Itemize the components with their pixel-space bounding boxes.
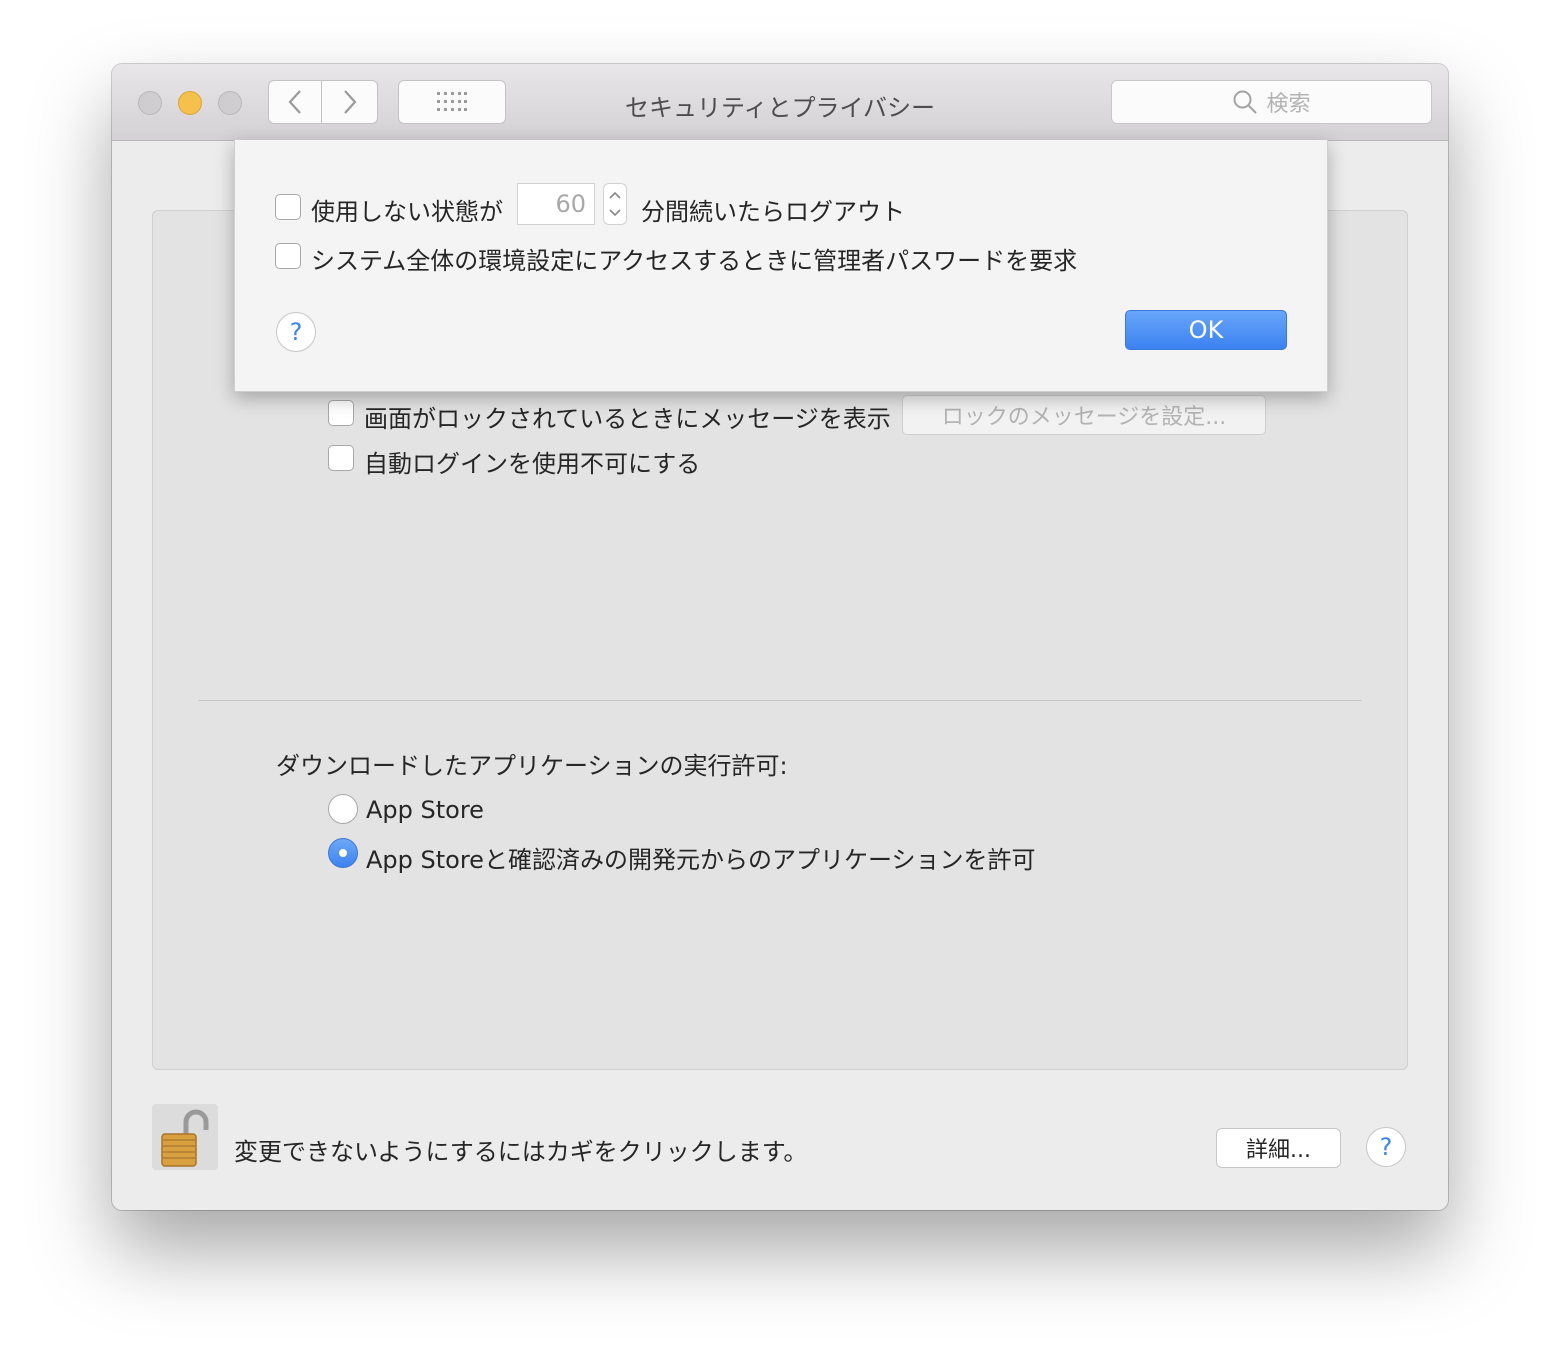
radio-app-store-identified-label: App Storeと確認済みの開発元からのアプリケーションを許可 [366,846,1036,874]
help-button[interactable]: ? [1366,1127,1406,1167]
radio-app-store-identified[interactable] [328,838,358,868]
auto-logout-label-prefix: 使用しない状態が [311,198,503,226]
help-icon: ? [289,318,303,346]
radio-app-store-label: App Store [366,796,484,824]
lock-message-label: 画面がロックされているときにメッセージを表示 [364,405,891,433]
ok-button[interactable]: OK [1125,310,1287,350]
logout-minutes-stepper[interactable] [603,183,627,225]
download-heading: ダウンロードしたアプリケーションの実行許可: [276,752,788,780]
unlocked-padlock-icon [161,1109,209,1167]
radio-app-store[interactable] [328,794,358,824]
search-placeholder: 検索 [1266,92,1311,117]
lock-button[interactable] [152,1104,218,1170]
auto-logout-checkbox[interactable] [275,194,301,220]
auto-logout-label-suffix: 分間続いたらログアウト [641,198,905,226]
advanced-button[interactable]: 詳細... [1216,1128,1341,1168]
lock-message-checkbox[interactable] [328,400,354,426]
advanced-sheet: 使用しない状態が 60 分間続いたらログアウト システム全体の環境設定にアクセス… [234,140,1328,392]
stepper-arrows-icon [609,191,621,217]
admin-password-label: システム全体の環境設定にアクセスするときに管理者パスワードを要求 [311,247,1078,275]
title-bar: セキュリティとプライバシー 検索 [112,64,1448,141]
search-icon [1233,90,1258,114]
disable-autologin-label: 自動ログインを使用不可にする [364,450,701,478]
help-icon: ? [1379,1133,1393,1161]
logout-minutes-field[interactable]: 60 [517,183,595,225]
admin-password-checkbox[interactable] [275,243,301,269]
sheet-help-button[interactable]: ? [276,312,316,352]
search-field[interactable]: 検索 [1111,80,1432,124]
set-lock-message-button[interactable]: ロックのメッセージを設定... [902,395,1266,435]
divider [198,700,1362,701]
disable-autologin-checkbox[interactable] [328,445,354,471]
lock-hint-text: 変更できないようにするにはカギをクリックします。 [234,1138,808,1166]
